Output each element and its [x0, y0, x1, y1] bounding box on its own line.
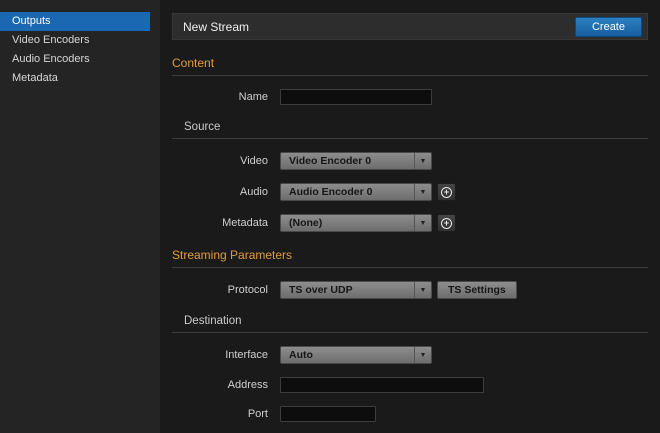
- port-input[interactable]: [280, 406, 376, 422]
- protocol-row: Protocol TS over UDP ▼ TS Settings: [172, 281, 648, 299]
- metadata-row: Metadata (None) ▼ +: [172, 214, 648, 232]
- chevron-down-icon: ▼: [414, 347, 431, 363]
- chevron-down-icon: ▼: [414, 153, 431, 169]
- page-title: New Stream: [183, 20, 249, 34]
- name-input[interactable]: [280, 89, 432, 105]
- section-title-streaming-parameters: Streaming Parameters: [172, 248, 648, 268]
- video-label: Video: [172, 155, 268, 167]
- add-metadata-button[interactable]: +: [437, 214, 456, 232]
- interface-label: Interface: [172, 349, 268, 361]
- section-title-content: Content: [172, 56, 648, 76]
- address-label: Address: [172, 379, 268, 391]
- chevron-down-icon: ▼: [414, 282, 431, 298]
- add-audio-button[interactable]: +: [437, 183, 456, 201]
- chevron-down-icon: ▼: [414, 215, 431, 231]
- interface-row: Interface Auto ▼: [172, 346, 648, 364]
- video-dropdown[interactable]: Video Encoder 0 ▼: [280, 152, 432, 170]
- protocol-dropdown-value: TS over UDP: [281, 284, 414, 296]
- name-row: Name: [172, 89, 648, 105]
- create-button[interactable]: Create: [575, 17, 642, 37]
- sidebar: Outputs Video Encoders Audio Encoders Me…: [0, 0, 160, 433]
- name-label: Name: [172, 91, 268, 103]
- port-label: Port: [172, 408, 268, 420]
- metadata-dropdown[interactable]: (None) ▼: [280, 214, 432, 232]
- sidebar-item-metadata[interactable]: Metadata: [0, 69, 160, 88]
- video-dropdown-value: Video Encoder 0: [281, 155, 414, 167]
- protocol-label: Protocol: [172, 284, 268, 296]
- header-bar: New Stream Create: [172, 13, 648, 40]
- audio-row: Audio Audio Encoder 0 ▼ +: [172, 183, 648, 201]
- metadata-label: Metadata: [172, 217, 268, 229]
- sidebar-item-outputs[interactable]: Outputs: [0, 12, 150, 31]
- sidebar-item-audio-encoders[interactable]: Audio Encoders: [0, 50, 160, 69]
- section-title-destination: Destination: [172, 315, 648, 333]
- audio-dropdown[interactable]: Audio Encoder 0 ▼: [280, 183, 432, 201]
- metadata-dropdown-value: (None): [281, 217, 414, 229]
- plus-icon: +: [441, 218, 452, 229]
- section-title-source: Source: [172, 121, 648, 139]
- protocol-dropdown[interactable]: TS over UDP ▼: [280, 281, 432, 299]
- main-panel: New Stream Create Content Name Source Vi…: [160, 0, 660, 433]
- sidebar-item-video-encoders[interactable]: Video Encoders: [0, 31, 160, 50]
- interface-dropdown-value: Auto: [281, 349, 414, 361]
- video-row: Video Video Encoder 0 ▼: [172, 152, 648, 170]
- ts-settings-button[interactable]: TS Settings: [437, 281, 517, 299]
- address-input[interactable]: [280, 377, 484, 393]
- chevron-down-icon: ▼: [414, 184, 431, 200]
- port-row: Port: [172, 406, 648, 422]
- plus-icon: +: [441, 187, 452, 198]
- interface-dropdown[interactable]: Auto ▼: [280, 346, 432, 364]
- audio-label: Audio: [172, 186, 268, 198]
- address-row: Address: [172, 377, 648, 393]
- audio-dropdown-value: Audio Encoder 0: [281, 186, 414, 198]
